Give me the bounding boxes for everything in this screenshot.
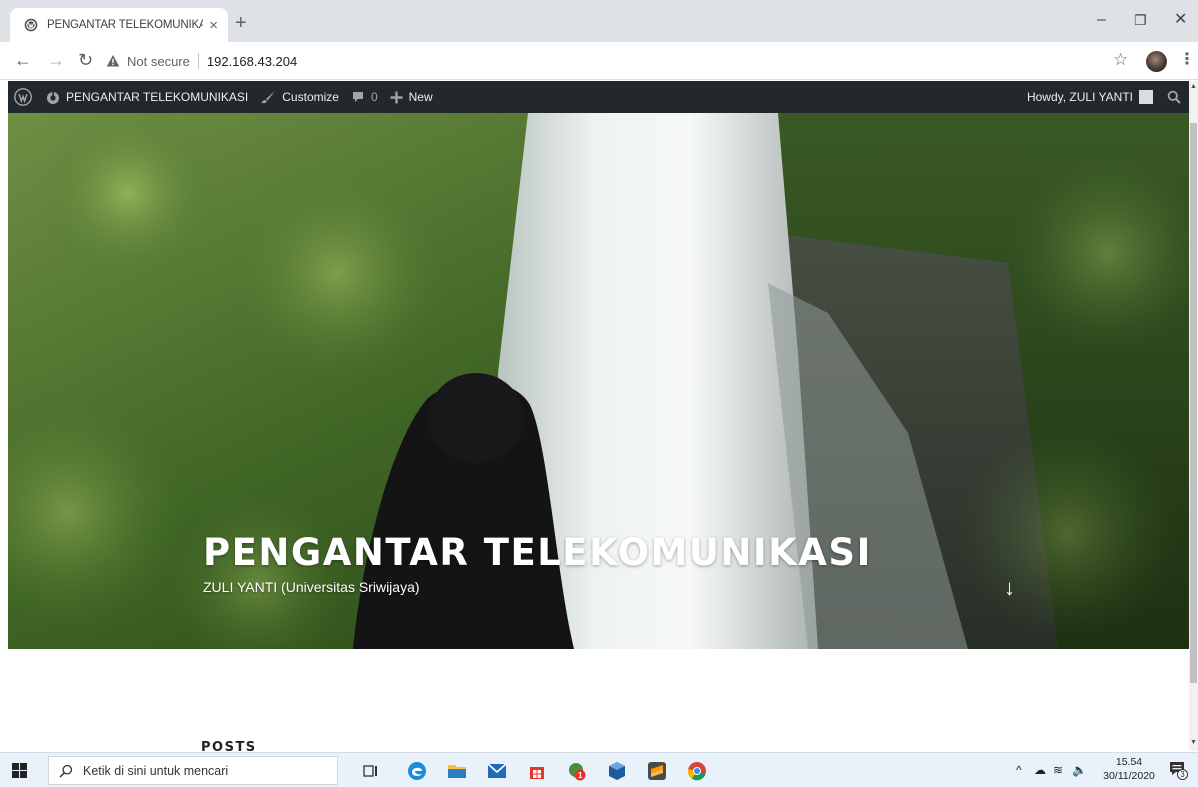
- browser-tabstrip: PENGANTAR TELEKOMUNIKASI - × + – ❐ ✕: [0, 0, 1198, 42]
- bookmark-star-icon[interactable]: ☆: [1113, 50, 1128, 70]
- taskbar-search-box[interactable]: Ketik di sini untuk mencari: [48, 756, 338, 785]
- virtualbox-icon[interactable]: [606, 760, 628, 782]
- notification-count-badge: 3: [1177, 769, 1188, 780]
- profile-avatar[interactable]: [1146, 51, 1167, 72]
- site-name-menu[interactable]: PENGANTAR TELEKOMUNIKASI: [40, 81, 254, 113]
- customize-menu[interactable]: Customize: [254, 81, 345, 113]
- plus-icon: [390, 91, 403, 103]
- new-tab-button[interactable]: +: [235, 13, 247, 33]
- customize-label: Customize: [282, 90, 339, 104]
- close-window-button[interactable]: ✕: [1174, 10, 1187, 30]
- back-icon[interactable]: ←: [14, 50, 32, 70]
- browser-toolbar: ← → ↻ Not secure 192.168.43.204 ☆ ⋮: [0, 42, 1198, 80]
- show-hidden-icons-icon[interactable]: ^: [1016, 762, 1022, 778]
- address-bar[interactable]: Not secure 192.168.43.204: [106, 48, 1146, 74]
- windows-start-icon[interactable]: [12, 763, 27, 778]
- comment-icon: [352, 92, 363, 102]
- scroll-down-arrow-icon[interactable]: ↓: [1004, 577, 1015, 599]
- page-scrollbar[interactable]: ▲ ▼: [1189, 81, 1198, 751]
- scrollbar-thumb[interactable]: [1190, 123, 1197, 683]
- windows-taskbar: Ketik di sini untuk mencari 1 ^ ☁ ≋ 🔈 15…: [0, 752, 1198, 787]
- scroll-down-icon[interactable]: ▼: [1190, 739, 1197, 746]
- security-label[interactable]: Not secure: [127, 54, 190, 69]
- onedrive-icon[interactable]: ☁: [1034, 762, 1046, 778]
- clock-date: 30/11/2020: [1103, 770, 1155, 782]
- edge-icon[interactable]: [406, 760, 428, 782]
- wordpress-logo-icon: [14, 88, 32, 106]
- app-badge: 1: [578, 771, 583, 780]
- site-title[interactable]: PENGANTAR TELEKOMUNIKASI: [203, 531, 872, 574]
- search-placeholder: Ketik di sini untuk mencari: [83, 763, 229, 778]
- comments-menu[interactable]: 0: [345, 81, 384, 113]
- user-avatar[interactable]: [1139, 90, 1153, 104]
- browser-menu-icon[interactable]: ⋮: [1179, 50, 1195, 70]
- clock-time: 15.54: [1115, 756, 1143, 768]
- tab-close-button[interactable]: ×: [209, 18, 218, 33]
- network-icon[interactable]: ≋: [1053, 762, 1063, 778]
- url-text[interactable]: 192.168.43.204: [207, 54, 297, 69]
- notification-center-button[interactable]: 3: [1168, 760, 1188, 783]
- browser-tab[interactable]: PENGANTAR TELEKOMUNIKASI - ×: [10, 8, 228, 42]
- reload-icon[interactable]: ↻: [78, 50, 93, 70]
- new-label: New: [408, 90, 433, 104]
- file-explorer-icon[interactable]: [446, 760, 468, 782]
- search-icon: [59, 764, 73, 777]
- mail-icon[interactable]: [486, 760, 508, 782]
- wordpress-logo-button[interactable]: [8, 81, 40, 113]
- app-orange-icon[interactable]: 1: [566, 760, 588, 782]
- dashboard-icon: [47, 92, 59, 104]
- brush-icon: [261, 91, 276, 104]
- store-icon[interactable]: [526, 760, 548, 782]
- forward-icon[interactable]: →: [47, 50, 65, 70]
- volume-icon[interactable]: 🔈: [1072, 762, 1087, 778]
- restore-button[interactable]: ❐: [1134, 10, 1147, 30]
- warning-icon[interactable]: [106, 54, 120, 68]
- divider: [197, 53, 199, 69]
- comments-count: 0: [370, 90, 378, 104]
- sublime-icon[interactable]: [646, 760, 668, 782]
- tab-title: PENGANTAR TELEKOMUNIKASI -: [47, 19, 204, 31]
- site-description: ZULI YANTI (Universitas Sriwijaya): [203, 579, 420, 595]
- search-icon[interactable]: [1167, 90, 1181, 104]
- wp-admin-bar: PENGANTAR TELEKOMUNIKASI Customize 0 New…: [8, 81, 1189, 113]
- task-view-icon[interactable]: [360, 760, 382, 782]
- scroll-up-icon[interactable]: ▲: [1190, 83, 1197, 90]
- wordpress-favicon-icon: [24, 18, 38, 32]
- hero-header: PENGANTAR TELEKOMUNIKASI ZULI YANTI (Uni…: [8, 113, 1189, 649]
- chrome-icon[interactable]: [686, 760, 708, 782]
- my-account-menu[interactable]: Howdy, ZULI YANTI: [1027, 90, 1133, 104]
- site-name-label: PENGANTAR TELEKOMUNIKASI: [66, 90, 249, 104]
- new-content-menu[interactable]: New: [384, 81, 439, 113]
- taskbar-clock[interactable]: 15.54 30/11/2020: [1098, 755, 1160, 783]
- minimize-button[interactable]: –: [1097, 10, 1106, 30]
